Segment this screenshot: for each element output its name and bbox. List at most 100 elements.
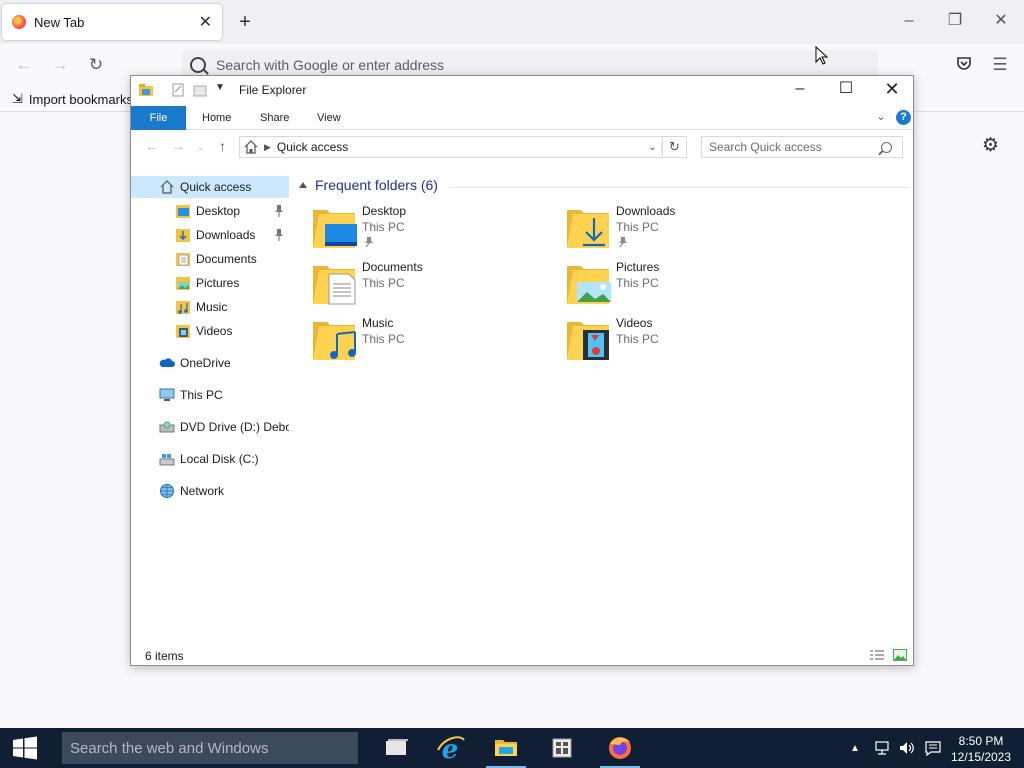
pin-icon[interactable] [273, 228, 285, 242]
pocket-icon[interactable] [954, 55, 974, 75]
pin-icon [365, 237, 373, 248]
folder-location: This PC [616, 332, 659, 346]
nav-label: Videos [196, 324, 233, 338]
status-item-count: 6 items [145, 649, 184, 663]
server-manager-button[interactable] [538, 728, 586, 768]
tab-share[interactable]: Share [246, 106, 303, 130]
downloads-folder-icon [176, 229, 190, 242]
network-status-icon[interactable] [874, 740, 890, 756]
folder-tile-documents[interactable]: Documents This PC [311, 258, 561, 310]
pictures-folder-icon [567, 266, 611, 304]
explorer-minimize-button[interactable]: – [777, 76, 823, 104]
tab-home[interactable]: Home [188, 106, 245, 130]
tab-file[interactable]: File [131, 106, 186, 130]
nav-item-dvd-drive[interactable]: DVD Drive (D:) Debor [131, 416, 289, 438]
start-button[interactable] [0, 728, 50, 768]
folder-name: Desktop [362, 204, 407, 218]
menu-icon[interactable]: ☰ [990, 55, 1010, 75]
forward-icon[interactable]: → [50, 55, 70, 75]
firefox-close-button[interactable]: ✕ [990, 10, 1012, 32]
nav-item-downloads[interactable]: Downloads [131, 224, 289, 246]
videos-folder-icon [176, 325, 190, 338]
nav-item-music[interactable]: Music [131, 296, 289, 318]
folder-tile-videos[interactable]: Videos This PC [565, 314, 815, 366]
clock-time: 8:50 PM [958, 734, 1004, 748]
nav-item-pictures[interactable]: Pictures [131, 272, 289, 294]
customize-toolbar-icon[interactable]: ▼ [215, 82, 225, 93]
internet-explorer-button[interactable]: e [426, 728, 474, 768]
new-tab-button[interactable]: + [232, 9, 258, 35]
folder-tile-pictures[interactable]: Pictures This PC [565, 258, 815, 310]
frequent-folders-header[interactable]: Frequent folders (6) [299, 177, 438, 193]
back-icon[interactable]: ← [14, 55, 34, 75]
gear-icon[interactable]: ⚙ [982, 134, 999, 157]
expand-ribbon-icon[interactable]: ⌄ [876, 109, 886, 123]
task-view-icon [386, 739, 408, 755]
folder-tile-music[interactable]: Music This PC [311, 314, 561, 366]
address-row: ← → ⌄ ↑ ▶ Quick access ⌄ ↻ Search Quick … [131, 132, 913, 162]
volume-icon[interactable] [898, 740, 916, 756]
nav-item-onedrive[interactable]: OneDrive [131, 352, 289, 374]
recent-locations-icon[interactable]: ⌄ [197, 142, 205, 153]
collapse-triangle-icon [299, 182, 307, 188]
address-bar[interactable]: ▶ Quick access ⌄ [239, 136, 663, 158]
nav-item-documents[interactable]: Documents [131, 248, 289, 270]
desktop-folder-icon [176, 205, 190, 218]
firefox-taskbar-button[interactable] [596, 728, 644, 768]
firefox-restore-button[interactable]: ❐ [944, 10, 966, 32]
show-hidden-icons-icon[interactable]: ▲ [850, 743, 860, 754]
help-icon[interactable]: ? [896, 110, 911, 125]
taskbar-search-input[interactable]: Search the web and Windows [62, 732, 358, 764]
explorer-maximize-button[interactable]: ☐ [823, 76, 869, 104]
nav-item-this-pc[interactable]: This PC [131, 384, 289, 406]
file-explorer-taskbar-button[interactable] [482, 728, 530, 768]
explorer-app-icon [139, 84, 153, 96]
firefox-minimize-button[interactable]: – [898, 10, 920, 32]
nav-label: Desktop [196, 204, 241, 218]
reload-icon[interactable]: ↻ [86, 55, 106, 75]
nav-label: This PC [180, 388, 223, 402]
action-center-icon[interactable] [925, 740, 941, 756]
taskbar-search-placeholder: Search the web and Windows [70, 739, 269, 757]
nav-item-network[interactable]: Network [131, 480, 289, 502]
address-dropdown-icon[interactable]: ⌄ [644, 141, 662, 153]
task-view-button[interactable] [372, 728, 420, 768]
explorer-close-button[interactable]: ✕ [869, 76, 915, 104]
nav-item-quick-access[interactable]: Quick access [131, 176, 289, 198]
nav-item-local-disk[interactable]: Local Disk (C:) [131, 448, 289, 470]
nav-item-videos[interactable]: Videos [131, 320, 289, 342]
details-view-icon[interactable] [869, 649, 885, 661]
pictures-folder-icon [176, 277, 190, 290]
onedrive-icon [159, 358, 175, 367]
import-bookmarks-button[interactable]: ⇲ Import bookmarks [12, 91, 133, 107]
search-placeholder: Search Quick access [709, 140, 822, 154]
ribbon-tabs: File Home Share View ⌄ ? [131, 106, 913, 130]
up-arrow-icon[interactable]: ↑ [219, 138, 226, 154]
back-arrow-icon[interactable]: ← [145, 138, 159, 154]
forward-arrow-icon[interactable]: → [171, 138, 185, 154]
documents-folder-icon [313, 266, 356, 305]
firefox-tab-new-tab[interactable]: New Tab ✕ [2, 4, 222, 40]
breadcrumb-chevron-icon[interactable]: ▶ [264, 142, 271, 153]
refresh-icon[interactable]: ↻ [663, 136, 687, 158]
nav-item-desktop[interactable]: Desktop [131, 200, 289, 222]
folder-tile-downloads[interactable]: Downloads This PC [565, 202, 815, 254]
firefox-tab-bar: New Tab ✕ + – ❐ ✕ [0, 0, 1024, 44]
folder-name: Downloads [616, 204, 676, 218]
tab-view[interactable]: View [303, 106, 355, 130]
nav-label: Downloads [196, 228, 256, 242]
nav-label: Music [196, 300, 228, 314]
clock[interactable]: 8:50 PM 12/15/2023 [944, 733, 1018, 765]
folder-name: Videos [616, 316, 653, 330]
explorer-title-bar[interactable]: ▼ File Explorer – ☐ ✕ [131, 76, 913, 104]
folder-name: Documents [362, 260, 423, 274]
folder-tile-desktop[interactable]: Desktop This PC [311, 202, 561, 254]
window-title: File Explorer [239, 83, 307, 97]
large-icons-view-icon[interactable] [893, 649, 907, 661]
properties-icon[interactable] [171, 83, 185, 97]
new-folder-icon[interactable] [193, 83, 207, 97]
network-icon [160, 484, 174, 498]
search-input[interactable]: Search Quick access [701, 136, 903, 158]
pin-icon[interactable] [273, 204, 285, 218]
tab-close-icon[interactable]: ✕ [199, 12, 212, 32]
